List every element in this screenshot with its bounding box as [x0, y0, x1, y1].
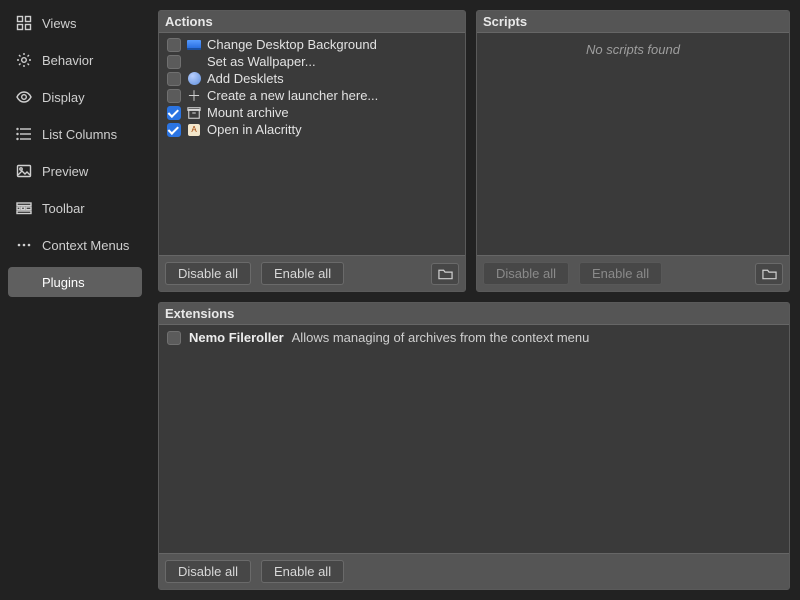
action-label: Create a new launcher here...: [207, 88, 378, 103]
sidebar-item-views[interactable]: Views: [8, 8, 142, 38]
main-content: Actions Change Desktop Background Set as…: [150, 0, 800, 600]
checkbox[interactable]: [167, 38, 181, 52]
action-label: Change Desktop Background: [207, 37, 377, 52]
terminal-icon: A: [187, 123, 201, 137]
sidebar-item-toolbar[interactable]: Toolbar: [8, 193, 142, 223]
list-icon: [16, 126, 32, 142]
scripts-open-folder-button[interactable]: [755, 263, 783, 285]
extensions-disable-all-button[interactable]: Disable all: [165, 560, 251, 583]
actions-footer: Disable all Enable all: [159, 255, 465, 291]
sidebar-item-label: List Columns: [42, 127, 117, 142]
action-label: Open in Alacritty: [207, 122, 302, 137]
folder-icon: [762, 268, 777, 280]
action-row[interactable]: ＋ Create a new launcher here...: [165, 87, 459, 104]
sidebar-item-preview[interactable]: Preview: [8, 156, 142, 186]
grid-icon: [16, 15, 32, 31]
desktop-icon: [187, 38, 201, 52]
top-row: Actions Change Desktop Background Set as…: [158, 10, 790, 292]
action-row[interactable]: Mount archive: [165, 104, 459, 121]
checkbox[interactable]: [167, 55, 181, 69]
sidebar-item-plugins[interactable]: Plugins: [8, 267, 142, 297]
action-row[interactable]: A Open in Alacritty: [165, 121, 459, 138]
scripts-panel-title: Scripts: [477, 11, 789, 33]
eye-icon: [16, 89, 32, 105]
extensions-panel: Extensions Nemo Fileroller Allows managi…: [158, 302, 790, 590]
actions-panel: Actions Change Desktop Background Set as…: [158, 10, 466, 292]
plus-icon: ＋: [187, 89, 201, 103]
extension-row[interactable]: Nemo Fileroller Allows managing of archi…: [165, 328, 783, 347]
extension-name: Nemo Fileroller: [189, 330, 284, 345]
actions-list: Change Desktop Background Set as Wallpap…: [159, 33, 465, 255]
gear-icon: [16, 52, 32, 68]
sidebar-item-label: Views: [42, 16, 76, 31]
sidebar-item-context-menus[interactable]: Context Menus: [8, 230, 142, 260]
sidebar-item-label: Plugins: [42, 275, 85, 290]
action-row[interactable]: Add Desklets: [165, 70, 459, 87]
extensions-panel-title: Extensions: [159, 303, 789, 325]
sidebar-item-label: Behavior: [42, 53, 93, 68]
sidebar-item-list-columns[interactable]: List Columns: [8, 119, 142, 149]
archive-icon: [187, 106, 201, 120]
checkbox[interactable]: [167, 123, 181, 137]
sidebar-item-behavior[interactable]: Behavior: [8, 45, 142, 75]
actions-open-folder-button[interactable]: [431, 263, 459, 285]
sidebar-item-label: Display: [42, 90, 85, 105]
actions-enable-all-button[interactable]: Enable all: [261, 262, 344, 285]
checkbox[interactable]: [167, 72, 181, 86]
extensions-footer: Disable all Enable all: [159, 553, 789, 589]
extension-description: Allows managing of archives from the con…: [292, 330, 590, 345]
action-label: Add Desklets: [207, 71, 284, 86]
actions-panel-title: Actions: [159, 11, 465, 33]
action-label: Set as Wallpaper...: [207, 54, 316, 69]
extensions-enable-all-button[interactable]: Enable all: [261, 560, 344, 583]
extensions-list: Nemo Fileroller Allows managing of archi…: [159, 325, 789, 553]
actions-disable-all-button[interactable]: Disable all: [165, 262, 251, 285]
plugin-icon: [16, 274, 32, 290]
sidebar-item-label: Toolbar: [42, 201, 85, 216]
scripts-footer: Disable all Enable all: [477, 255, 789, 291]
blank-icon: [187, 55, 201, 69]
scripts-panel: Scripts No scripts found Disable all Ena…: [476, 10, 790, 292]
checkbox[interactable]: [167, 89, 181, 103]
action-label: Mount archive: [207, 105, 289, 120]
image-icon: [16, 163, 32, 179]
scripts-empty-message: No scripts found: [483, 36, 783, 57]
scripts-enable-all-button[interactable]: Enable all: [579, 262, 662, 285]
globe-icon: [187, 72, 201, 86]
sidebar-item-label: Context Menus: [42, 238, 129, 253]
toolbar-icon: [16, 200, 32, 216]
checkbox[interactable]: [167, 331, 181, 345]
sidebar-item-display[interactable]: Display: [8, 82, 142, 112]
sidebar: Views Behavior Display List Columns Prev…: [0, 0, 150, 600]
action-row[interactable]: Set as Wallpaper...: [165, 53, 459, 70]
scripts-list: No scripts found: [477, 33, 789, 255]
folder-icon: [438, 268, 453, 280]
dots-icon: [16, 237, 32, 253]
checkbox[interactable]: [167, 106, 181, 120]
sidebar-item-label: Preview: [42, 164, 88, 179]
scripts-disable-all-button[interactable]: Disable all: [483, 262, 569, 285]
action-row[interactable]: Change Desktop Background: [165, 36, 459, 53]
